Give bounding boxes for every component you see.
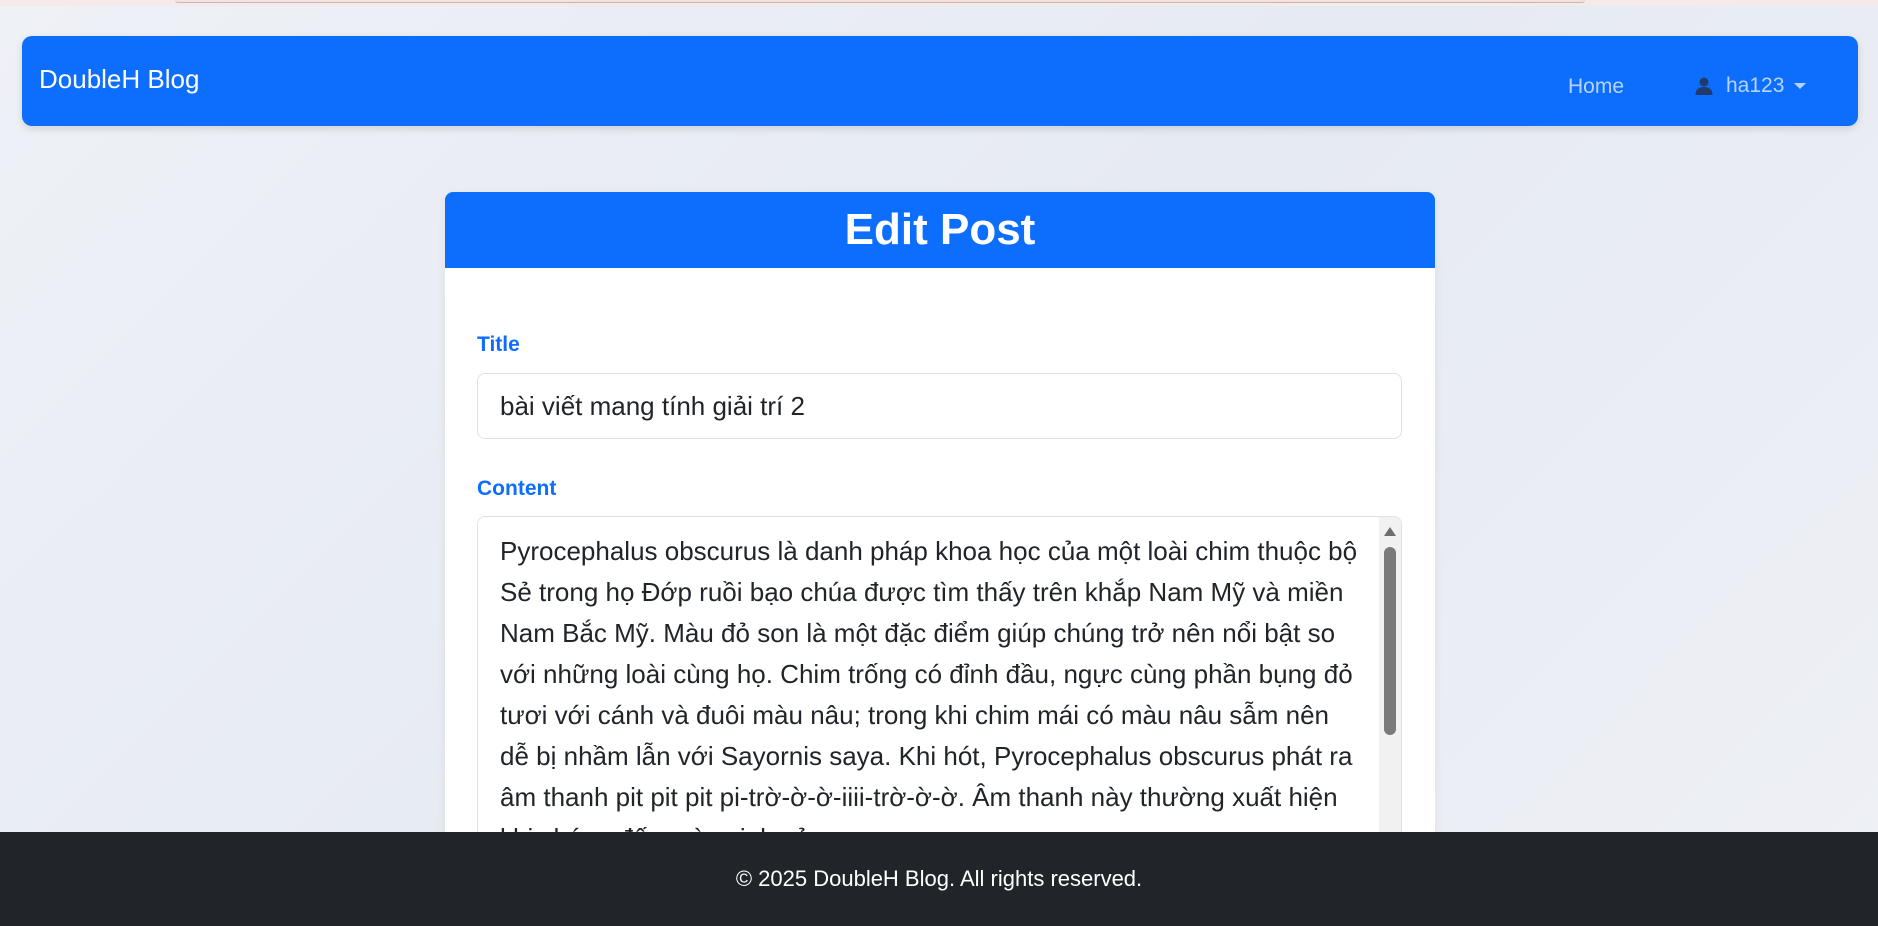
footer-text: © 2025 DoubleH Blog. All rights reserved… — [735, 866, 1143, 891]
browser-top-strip — [0, 0, 1878, 6]
top-strip-bar — [175, 0, 1585, 3]
user-name: ha123 — [1726, 74, 1785, 97]
navbar: DoubleH Blog Home ha123 — [22, 36, 1858, 126]
card-header: Edit Post — [445, 192, 1435, 268]
chevron-down-icon — [1794, 83, 1807, 89]
title-label: Title — [477, 333, 520, 356]
footer: © 2025 DoubleH Blog. All rights reserved… — [0, 832, 1878, 926]
user-icon — [1694, 76, 1714, 96]
content-label: Content — [477, 477, 557, 500]
user-dropdown[interactable]: ha123 — [1694, 72, 1807, 100]
brand-link[interactable]: DoubleH Blog — [39, 64, 199, 95]
content-text: Pyrocephalus obscurus là danh pháp khoa … — [500, 536, 1358, 853]
scroll-thumb[interactable] — [1384, 547, 1396, 735]
edit-post-card: Edit Post Title Content Pyrocephalus obs… — [445, 192, 1435, 912]
title-input[interactable] — [477, 373, 1402, 439]
scroll-up-icon[interactable] — [1384, 527, 1396, 536]
nav-home-link[interactable]: Home — [1568, 75, 1624, 99]
page-title: Edit Post — [844, 205, 1036, 254]
